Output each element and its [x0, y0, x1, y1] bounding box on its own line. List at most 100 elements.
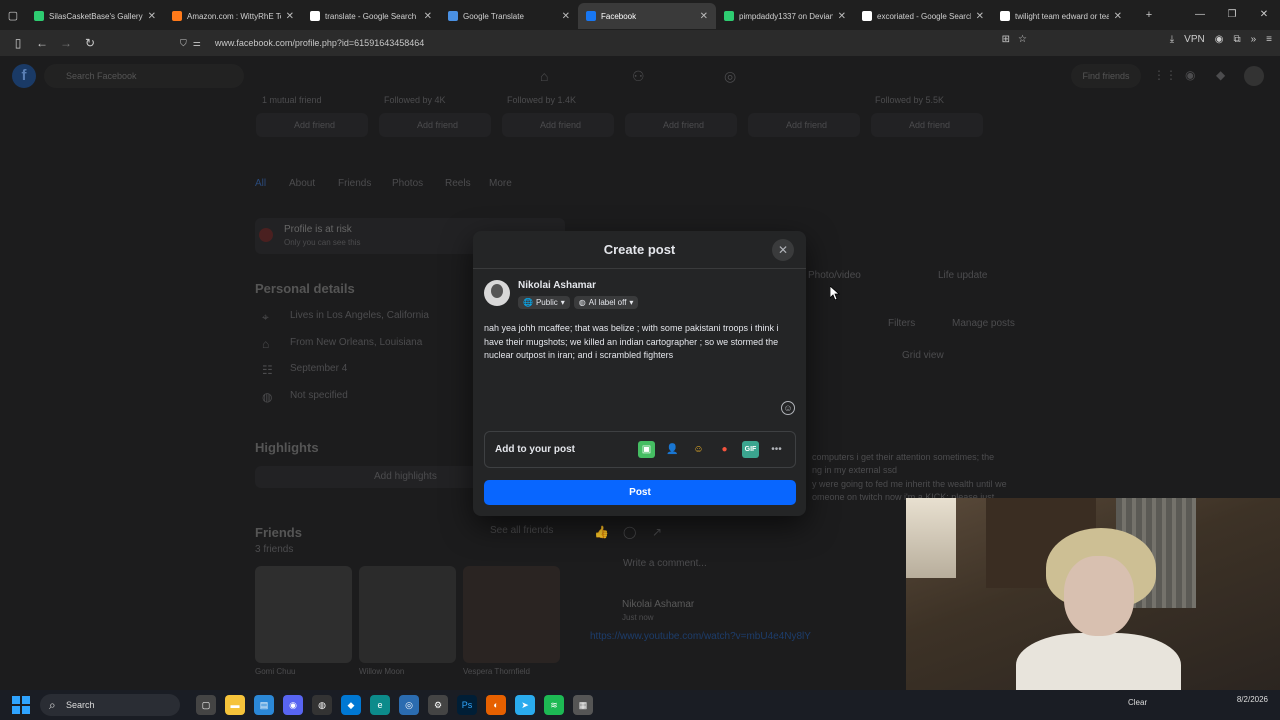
favorite-icon[interactable]: ☆ — [1018, 34, 1027, 45]
sidebar-toggle-icon[interactable]: ▯ — [6, 36, 30, 50]
profile-tab[interactable]: Photos — [392, 178, 423, 189]
notepad-icon[interactable]: ▤ — [254, 695, 274, 715]
vpn-app-icon[interactable]: ◎ — [399, 695, 419, 715]
filters-button[interactable]: Filters — [888, 318, 915, 329]
taskbar-search[interactable]: Search — [40, 694, 180, 716]
add-friend-button[interactable]: Add friend — [625, 113, 737, 137]
browser-tab[interactable]: pimpdaddy1337 on Deviant ✕ — [716, 3, 854, 29]
menu-icon[interactable]: ≡ — [1266, 34, 1272, 45]
profile-tab[interactable]: All — [255, 178, 266, 189]
friends-nav-icon[interactable]: ⚇ — [632, 68, 645, 85]
browser-tab[interactable]: Amazon.com : WittyRhE Tole ✕ — [164, 3, 302, 29]
like-icon[interactable]: 👍 — [594, 525, 609, 539]
life-update-button[interactable]: Life update — [938, 270, 988, 281]
forward-icon[interactable]: → — [54, 36, 78, 50]
browser-tab[interactable]: Google Translate ✕ — [440, 3, 578, 29]
maximize-icon[interactable]: ❐ — [1216, 0, 1248, 30]
gif-icon[interactable]: GIF — [742, 441, 759, 458]
back-icon[interactable]: ← — [30, 36, 54, 50]
photo-video-button[interactable]: Photo/video — [808, 270, 861, 281]
install-app-icon[interactable]: ⊞ — [1002, 34, 1010, 45]
friend-name[interactable]: Willow Moon — [359, 667, 404, 676]
obs-icon[interactable]: ◍ — [312, 695, 332, 715]
notifications-icon[interactable]: ◆ — [1216, 68, 1225, 82]
telegram-icon[interactable]: ➤ — [515, 695, 535, 715]
clock[interactable]: 8/2/2026 — [1237, 694, 1268, 705]
more-tabs-icon[interactable]: » — [1251, 34, 1257, 45]
firefox-icon[interactable]: ◐ — [486, 695, 506, 715]
settings-icon[interactable]: ⚙ — [428, 695, 448, 715]
account-avatar[interactable] — [1244, 66, 1264, 86]
browser-tab[interactable]: SilasCasketBase's Gallery on ✕ — [26, 3, 164, 29]
discord-icon[interactable]: ◉ — [283, 695, 303, 715]
browser-tab[interactable]: excoriated - Google Search ✕ — [854, 3, 992, 29]
profile-tab[interactable]: Reels — [445, 178, 471, 189]
task-view-icon[interactable]: ▢ — [196, 695, 216, 715]
profile-tab[interactable]: More — [489, 178, 512, 189]
download-icon[interactable]: ⤓ — [1170, 34, 1174, 45]
audience-selector[interactable]: 🌐 Public ▾ — [518, 296, 570, 309]
store-icon[interactable]: ◆ — [341, 695, 361, 715]
home-icon[interactable]: ⌂ — [540, 68, 548, 84]
tab-close-icon[interactable]: ✕ — [838, 11, 846, 22]
close-window-icon[interactable]: ✕ — [1248, 0, 1280, 30]
tab-close-icon[interactable]: ✕ — [976, 11, 984, 22]
share-icon[interactable]: ↗ — [652, 525, 662, 539]
tab-actions-icon[interactable]: ▢ — [0, 9, 26, 22]
post-author-name[interactable]: Nikolai Ashamar — [622, 599, 694, 610]
add-friend-button[interactable]: Add friend — [871, 113, 983, 137]
tab-close-icon[interactable]: ✕ — [148, 11, 156, 22]
menu-grid-icon[interactable]: ⋮⋮ — [1153, 68, 1177, 82]
feeling-icon[interactable]: ☺ — [690, 441, 707, 458]
location-icon[interactable]: ● — [716, 441, 733, 458]
author-avatar[interactable] — [484, 280, 510, 306]
browser-tab[interactable]: translate - Google Search ✕ — [302, 3, 440, 29]
add-friend-button[interactable]: Add friend — [748, 113, 860, 137]
comment-icon[interactable]: ◯ — [623, 525, 636, 539]
vpn-button[interactable]: VPN — [1184, 34, 1205, 45]
spotify-icon[interactable]: ≋ — [544, 695, 564, 715]
tab-close-icon[interactable]: ✕ — [286, 11, 294, 22]
messenger-icon[interactable]: ◉ — [1185, 68, 1195, 82]
post-text-area[interactable]: nah yea johh mcaffee; that was belize ; … — [484, 322, 789, 363]
post-link[interactable]: https://www.youtube.com/watch?v=mbU4e4Ny… — [590, 631, 811, 642]
photoshop-icon[interactable]: Ps — [457, 695, 477, 715]
profile-tab[interactable]: About — [289, 178, 315, 189]
tab-close-icon[interactable]: ✕ — [700, 11, 708, 22]
reload-icon[interactable]: ↻ — [78, 36, 102, 50]
profile-tab[interactable]: Friends — [338, 178, 371, 189]
tag-people-icon[interactable]: 👤 — [664, 441, 681, 458]
groups-nav-icon[interactable]: ◎ — [724, 68, 736, 85]
more-icon[interactable]: ••• — [768, 441, 785, 458]
add-friend-button[interactable]: Add friend — [379, 113, 491, 137]
close-dialog-button[interactable]: ✕ — [772, 239, 794, 261]
browser-tab[interactable]: twilight team edward or tea ✕ — [992, 3, 1130, 29]
tab-close-icon[interactable]: ✕ — [562, 11, 570, 22]
minimize-icon[interactable]: — — [1184, 0, 1216, 30]
browser-tab[interactable]: Facebook ✕ — [578, 3, 716, 29]
app-icon[interactable]: ▦ — [573, 695, 593, 715]
facebook-search-input[interactable]: Search Facebook — [44, 64, 244, 88]
tab-close-icon[interactable]: ✕ — [424, 11, 432, 22]
add-friend-button[interactable]: Add friend — [502, 113, 614, 137]
facebook-logo[interactable]: f — [12, 64, 36, 88]
friend-name[interactable]: Vespera Thornfield — [463, 667, 530, 676]
find-friends-button[interactable]: Find friends — [1071, 64, 1141, 88]
start-button[interactable] — [12, 696, 30, 714]
photo-icon[interactable]: ▣ — [638, 441, 655, 458]
file-explorer-icon[interactable]: ▬ — [225, 695, 245, 715]
profile-icon[interactable]: ◉ — [1215, 34, 1224, 45]
weather-widget[interactable]: Clear — [1128, 698, 1147, 707]
add-friend-button[interactable]: Add friend — [256, 113, 368, 137]
manage-posts-button[interactable]: Manage posts — [952, 318, 1015, 329]
see-all-friends-link[interactable]: See all friends — [490, 525, 553, 536]
edge-icon[interactable]: e — [370, 695, 390, 715]
ai-label-selector[interactable]: ◍ AI label off ▾ — [573, 296, 639, 309]
extensions-icon[interactable]: ⧉ — [1233, 34, 1240, 45]
friend-name[interactable]: Gomi Chuu — [255, 667, 295, 676]
emoji-icon[interactable]: ☺ — [781, 401, 795, 415]
site-settings-icon[interactable]: ⚌ — [193, 38, 201, 49]
friend-photo[interactable] — [255, 566, 352, 663]
url-field[interactable]: ⛉ ⚌ www.facebook.com/profile.php?id=6159… — [180, 33, 1040, 53]
tab-close-icon[interactable]: ✕ — [1114, 11, 1122, 22]
